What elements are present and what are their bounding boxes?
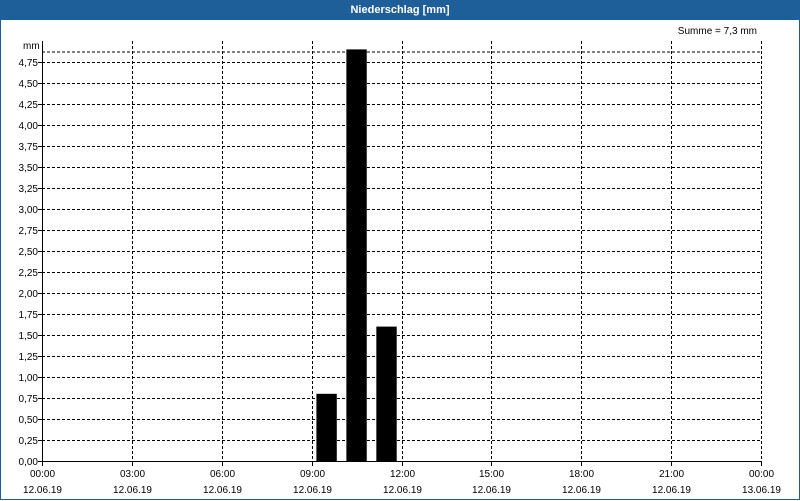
y-tick-label: 3,50 (19, 163, 39, 174)
y-tick-label: 0,00 (19, 457, 39, 468)
y-tick-label: 2,25 (19, 268, 39, 279)
y-tick-label: 4,00 (19, 121, 39, 132)
y-tick-label: 3,25 (19, 184, 39, 195)
x-tick-time-label: 03:00 (120, 469, 145, 480)
x-tick-time-label: 06:00 (210, 469, 235, 480)
y-tick-label: 4,50 (19, 79, 39, 90)
y-tick-label: 1,50 (19, 331, 39, 342)
x-tick-time-label: 09:00 (300, 469, 325, 480)
y-tick-label: 0,75 (19, 394, 39, 405)
chart-window: Niederschlag [mm] Summe = 7,3 mm mm 0,00… (0, 0, 800, 500)
precipitation-bar (376, 326, 397, 461)
precipitation-bar (316, 393, 337, 461)
x-tick-date-label: 12.06.19 (562, 485, 601, 496)
y-tick-label: 1,75 (19, 310, 39, 321)
x-tick-time-label: 15:00 (479, 469, 504, 480)
x-tick-time-label: 00:00 (30, 469, 55, 480)
y-tick-label: 0,25 (19, 436, 39, 447)
y-tick-label: 2,75 (19, 226, 39, 237)
x-tick-date-label: 12.06.19 (293, 485, 332, 496)
y-tick-label: 0,50 (19, 415, 39, 426)
y-tick-label: 3,00 (19, 205, 39, 216)
x-tick-time-label: 00:00 (749, 469, 774, 480)
y-tick-label: 2,00 (19, 289, 39, 300)
x-tick-date-label: 13.06.19 (742, 485, 781, 496)
x-tick-date-label: 12.06.19 (472, 485, 511, 496)
y-tick-label: 2,50 (19, 247, 39, 258)
y-tick-label: 4,25 (19, 100, 39, 111)
x-tick-date-label: 12.06.19 (113, 485, 152, 496)
x-tick-time-label: 12:00 (390, 469, 415, 480)
x-tick-date-label: 12.06.19 (383, 485, 422, 496)
y-tick-label: 4,75 (19, 58, 39, 69)
x-tick-date-label: 12.06.19 (23, 485, 62, 496)
x-tick-date-label: 12.06.19 (203, 485, 242, 496)
y-tick-label: 3,75 (19, 142, 39, 153)
x-tick-date-label: 12.06.19 (652, 485, 691, 496)
y-tick-label: 1,25 (19, 352, 39, 363)
x-tick-time-label: 18:00 (569, 469, 594, 480)
y-tick-label: 1,00 (19, 373, 39, 384)
precipitation-chart: 0,00 0,25 0,50 0,75 1,00 1,25 1,50 1,75 2,00 2,25… (19, 41, 781, 496)
precipitation-bar (346, 49, 367, 462)
x-tick-time-label: 21:00 (659, 469, 684, 480)
